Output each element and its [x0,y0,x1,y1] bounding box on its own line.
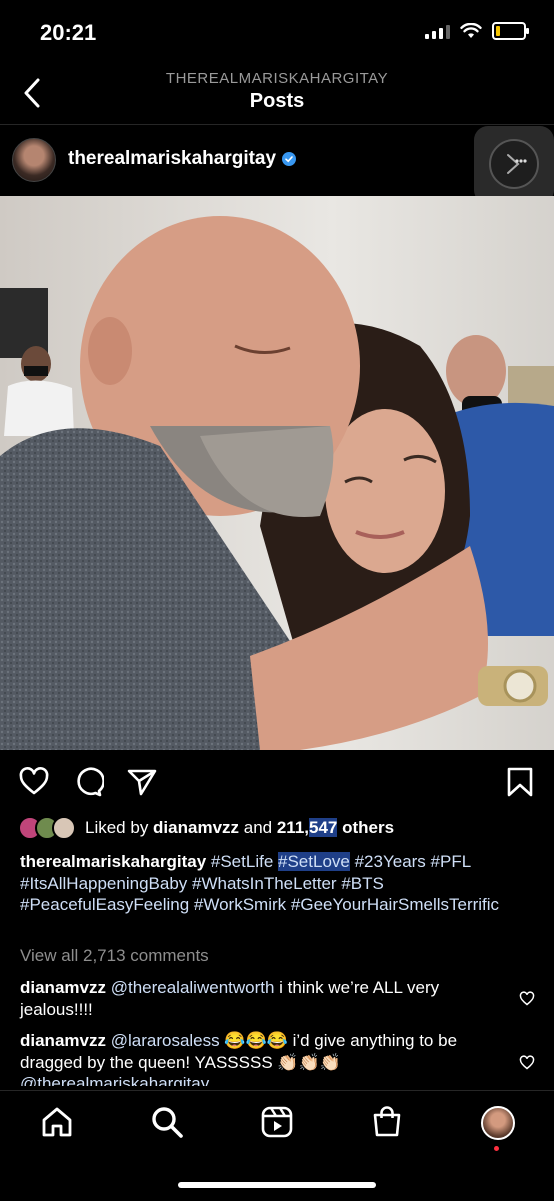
post-username-text[interactable]: therealmariskahargitay [68,148,276,170]
post-username[interactable]: therealmariskahargitay [68,148,297,170]
avatar[interactable] [12,138,56,182]
comment-username[interactable]: dianamvzz [20,1031,106,1050]
hashtag[interactable]: #BTS [341,874,384,893]
hashtag[interactable]: #SetLife [211,852,273,871]
home-icon[interactable] [39,1104,75,1140]
verified-icon [282,152,297,166]
liker-username[interactable]: dianamvzz [153,818,239,837]
likes-row[interactable]: Liked by dianamvzz and 211,547 others [18,816,394,840]
hashtag[interactable]: #PeacefulEasyFeeling [20,895,189,914]
likes-count-a[interactable]: 211, [277,818,309,837]
heart-icon[interactable] [18,766,50,798]
likes-suffix[interactable]: others [337,818,394,837]
signal-icon [425,23,450,39]
view-all-comments-link[interactable]: View all 2,713 comments [20,946,209,966]
comment: dianamvzz @therealaliwentworth i think w… [20,977,500,1020]
comment-heart-icon[interactable] [519,1055,535,1071]
notification-dot [494,1146,499,1151]
likes-and: and [239,818,277,837]
post-caption: therealmariskahargitay #SetLife #SetLove… [20,851,540,916]
more-button[interactable] [489,139,539,189]
hashtag[interactable]: #SetLove [278,852,350,871]
profile-avatar[interactable] [481,1106,515,1140]
shop-icon[interactable] [369,1104,405,1140]
hashtag[interactable]: #PFL [431,852,471,871]
more-icon [507,154,527,174]
home-indicator[interactable] [178,1182,376,1188]
comment-icon[interactable] [72,766,104,798]
comment-mention[interactable]: @lararosaless [111,1031,220,1050]
share-icon[interactable] [126,766,158,798]
reels-icon[interactable] [259,1104,295,1140]
hashtag[interactable]: #WhatsInTheLetter [192,874,337,893]
battery-icon [492,22,529,40]
caption-username[interactable]: therealmariskahargitay [20,852,206,871]
post-photo[interactable] [0,196,554,750]
comment-mention[interactable]: @therealmariskahargitay [20,1074,209,1086]
hashtag[interactable]: #ItsAllHappeningBaby [20,874,187,893]
page-title: Posts [249,90,305,112]
liker-avatar [52,816,76,840]
header-divider [0,124,554,125]
status-icons [425,22,529,40]
hashtag[interactable]: #GeeYourHairSmellsTerrific [291,895,499,914]
bookmark-icon[interactable] [504,766,536,798]
comment-username[interactable]: dianamvzz [20,978,106,997]
hashtag[interactable]: #23Years [355,852,426,871]
likes-count-b[interactable]: 547 [309,818,338,837]
likes-prefix: Liked by [85,818,154,837]
comment-mention[interactable]: @therealaliwentworth [111,978,275,997]
wifi-icon [460,23,482,38]
status-time: 20:21 [40,20,97,45]
likes-text: Liked by dianamvzz and 211,547 others [85,818,394,838]
comment-heart-icon[interactable] [519,991,535,1007]
comment: dianamvzz @lararosaless 😂😂😂 i’d give any… [20,1030,500,1086]
header-subtitle: THEREALMARISKAHARGITAY [165,70,389,87]
hashtag[interactable]: #WorkSmirk [194,895,286,914]
search-icon[interactable] [149,1104,185,1140]
